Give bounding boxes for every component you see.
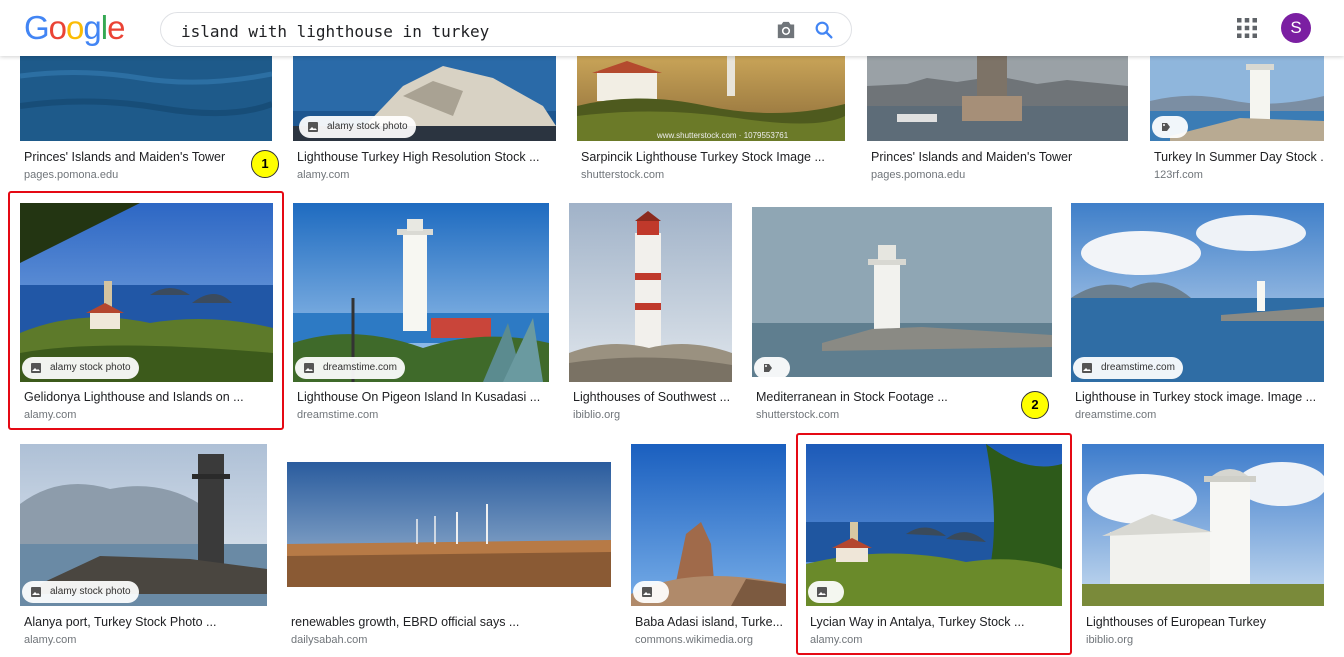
image-type-badge: alamy stock photo bbox=[299, 116, 416, 138]
logo-letter: G bbox=[24, 9, 50, 46]
watermark-text: alamy stock photo bbox=[327, 121, 408, 132]
result-image[interactable] bbox=[1082, 444, 1324, 606]
result-image[interactable]: dreamstime.com bbox=[1071, 203, 1324, 382]
result-tile[interactable]: alamy stock photo Alanya port, Turkey St… bbox=[20, 444, 267, 654]
result-tile[interactable]: Turkey In Summer Day Stock ... 123rf.com bbox=[1150, 56, 1324, 186]
watermark-text: dreamstime.com bbox=[323, 362, 397, 373]
result-title[interactable]: Lighthouse in Turkey stock image. Image … bbox=[1075, 390, 1323, 404]
logo-letter: g bbox=[83, 9, 101, 46]
result-title[interactable]: Lighthouse On Pigeon Island In Kusadasi … bbox=[297, 390, 547, 404]
search-icon[interactable] bbox=[813, 19, 835, 41]
image-type-badge bbox=[754, 357, 790, 379]
google-logo[interactable]: Google bbox=[24, 9, 125, 46]
result-title[interactable]: Baba Adasi island, Turke... bbox=[635, 615, 785, 629]
result-image[interactable] bbox=[631, 444, 786, 606]
image-icon bbox=[304, 363, 314, 373]
logo-letter: o bbox=[66, 9, 84, 46]
image-type-badge bbox=[1152, 116, 1188, 138]
result-image[interactable] bbox=[1150, 56, 1324, 141]
result-title[interactable]: Lighthouses of Southwest ... bbox=[573, 390, 731, 404]
result-source[interactable]: pages.pomona.edu bbox=[24, 169, 118, 181]
result-image[interactable]: alamy stock photo bbox=[293, 56, 556, 141]
result-source[interactable]: alamy.com bbox=[24, 634, 76, 646]
result-tile[interactable]: Lighthouses of Southwest ... ibiblio.org bbox=[569, 203, 732, 428]
result-title[interactable]: Lighthouses of European Turkey bbox=[1086, 615, 1326, 629]
tag-icon bbox=[1162, 123, 1170, 131]
watermark-text: alamy stock photo bbox=[50, 586, 131, 597]
image-type-badge: alamy stock photo bbox=[22, 581, 139, 603]
result-title[interactable]: renewables growth, EBRD official says ..… bbox=[291, 615, 611, 629]
result-tile[interactable]: Baba Adasi island, Turke... commons.wiki… bbox=[631, 444, 786, 654]
result-title[interactable]: Alanya port, Turkey Stock Photo ... bbox=[24, 615, 264, 629]
watermark-text: www.shutterstock.com · 1079553761 bbox=[657, 131, 789, 140]
result-source[interactable]: commons.wikimedia.org bbox=[635, 634, 753, 646]
result-title[interactable]: Sarpincik Lighthouse Turkey Stock Image … bbox=[581, 150, 841, 164]
result-tile[interactable]: Princes' Islands and Maiden's Tower page… bbox=[20, 56, 272, 186]
search-box bbox=[160, 12, 852, 47]
result-image[interactable] bbox=[752, 203, 1052, 382]
result-title[interactable]: Princes' Islands and Maiden's Tower bbox=[24, 150, 269, 164]
result-source[interactable]: shutterstock.com bbox=[756, 409, 839, 421]
result-image[interactable] bbox=[569, 203, 732, 382]
camera-icon[interactable] bbox=[775, 20, 797, 40]
highlight-box bbox=[796, 433, 1072, 655]
image-type-badge: dreamstime.com bbox=[1073, 357, 1183, 379]
result-title[interactable]: Princes' Islands and Maiden's Tower bbox=[871, 150, 1126, 164]
result-source[interactable]: pages.pomona.edu bbox=[871, 169, 965, 181]
logo-letter: o bbox=[48, 9, 67, 46]
result-source[interactable]: shutterstock.com bbox=[581, 169, 664, 181]
result-image[interactable] bbox=[867, 56, 1128, 141]
result-image[interactable] bbox=[20, 56, 272, 141]
result-image[interactable]: dreamstime.com bbox=[293, 203, 549, 382]
marker-badge: 1 bbox=[251, 150, 279, 178]
apps-grid-icon[interactable] bbox=[1236, 17, 1258, 39]
result-source[interactable]: dreamstime.com bbox=[297, 409, 378, 421]
result-tile[interactable]: alamy stock photo Lighthouse Turkey High… bbox=[293, 56, 556, 186]
watermark-text: dreamstime.com bbox=[1101, 362, 1175, 373]
image-type-badge: dreamstime.com bbox=[295, 357, 405, 379]
result-tile[interactable]: www.shutterstock.com · 1079553761 Sarpin… bbox=[577, 56, 845, 186]
image-type-badge bbox=[633, 581, 669, 603]
marker-badge: 2 bbox=[1021, 391, 1049, 419]
account-avatar[interactable]: S bbox=[1281, 13, 1311, 43]
result-tile[interactable]: dreamstime.com Lighthouse in Turkey stoc… bbox=[1071, 203, 1324, 428]
result-source[interactable]: ibiblio.org bbox=[573, 409, 620, 421]
result-tile[interactable]: Lighthouses of European Turkey ibiblio.o… bbox=[1082, 444, 1324, 654]
result-image[interactable]: www.shutterstock.com · 1079553761 bbox=[577, 56, 845, 141]
result-source[interactable]: dreamstime.com bbox=[1075, 409, 1156, 421]
result-title[interactable]: Mediterranean in Stock Footage ... bbox=[756, 390, 1016, 404]
result-source[interactable]: dailysabah.com bbox=[291, 634, 367, 646]
tag-icon bbox=[764, 364, 772, 372]
result-title[interactable]: Lighthouse Turkey High Resolution Stock … bbox=[297, 150, 552, 164]
result-tile[interactable]: Princes' Islands and Maiden's Tower page… bbox=[867, 56, 1128, 186]
highlight-box bbox=[8, 191, 284, 430]
top-bar: Google S bbox=[0, 0, 1344, 56]
logo-letter: e bbox=[107, 9, 125, 46]
result-source[interactable]: 123rf.com bbox=[1154, 169, 1203, 181]
image-icon bbox=[1082, 363, 1092, 373]
result-image[interactable]: alamy stock photo bbox=[20, 444, 267, 606]
image-icon bbox=[31, 587, 41, 597]
image-icon bbox=[308, 122, 318, 132]
result-tile[interactable]: Mediterranean in Stock Footage ... shutt… bbox=[752, 203, 1052, 428]
image-icon bbox=[642, 587, 652, 597]
search-input[interactable] bbox=[181, 19, 761, 43]
result-source[interactable]: alamy.com bbox=[297, 169, 349, 181]
result-title[interactable]: Turkey In Summer Day Stock ... bbox=[1154, 150, 1324, 164]
result-tile[interactable]: dreamstime.com Lighthouse On Pigeon Isla… bbox=[293, 203, 549, 428]
result-image[interactable] bbox=[287, 444, 611, 606]
result-tile[interactable]: renewables growth, EBRD official says ..… bbox=[287, 444, 611, 654]
result-source[interactable]: ibiblio.org bbox=[1086, 634, 1133, 646]
